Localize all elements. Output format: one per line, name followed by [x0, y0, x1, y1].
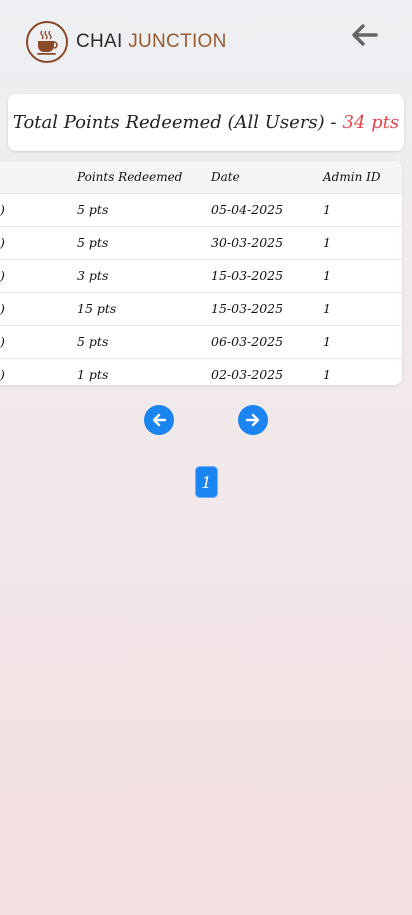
next-page-button[interactable]	[238, 405, 268, 435]
cell-points: 1 pts	[77, 367, 109, 382]
cell-admin-id: 1	[323, 301, 331, 316]
column-header-points: Points Redeemed	[77, 170, 183, 184]
column-header-date: Date	[211, 170, 240, 184]
cell-admin-id: 1	[323, 202, 331, 217]
cell-first: 1)	[0, 301, 5, 316]
logo: CHAI JUNCTION	[26, 21, 227, 63]
arrow-right-icon	[245, 413, 260, 427]
cell-admin-id: 1	[323, 268, 331, 283]
table-row: 1) 15 pts 15-03-2025 1	[0, 293, 402, 326]
column-header-admin-id: Admin ID	[323, 170, 381, 184]
cell-date: 15-03-2025	[211, 268, 284, 283]
previous-page-button[interactable]	[144, 405, 174, 435]
cell-points: 5 pts	[77, 202, 109, 217]
cell-date: 05-04-2025	[211, 202, 284, 217]
total-points-label: Total Points Redeemed (All Users) -	[12, 112, 337, 133]
redemptions-table[interactable]: Points Redeemed Date Admin ID 1) 5 pts 0…	[0, 161, 402, 385]
cell-points: 15 pts	[77, 301, 117, 316]
total-points-value: 34 pts	[342, 112, 400, 133]
app-header: CHAI JUNCTION	[0, 0, 412, 88]
cell-points: 5 pts	[77, 235, 109, 250]
table-row: 1) 5 pts 05-04-2025 1	[0, 194, 402, 227]
table-row: 1) 3 pts 15-03-2025 1	[0, 260, 402, 293]
chai-cup-icon	[26, 21, 68, 63]
table-row: 1) 1 pts 02-03-2025 1	[0, 359, 402, 385]
cell-first: 1)	[0, 202, 5, 217]
cell-points: 5 pts	[77, 334, 109, 349]
cell-first: 1)	[0, 268, 5, 283]
table-row: 1) 5 pts 30-03-2025 1	[0, 227, 402, 260]
brand-part1: CHAI	[76, 31, 123, 52]
back-button[interactable]	[346, 18, 382, 52]
cell-first: 1)	[0, 235, 5, 250]
brand-name: CHAI JUNCTION	[76, 31, 227, 53]
table-row: 1) 5 pts 06-03-2025 1	[0, 326, 402, 359]
cell-date: 02-03-2025	[211, 367, 284, 382]
arrow-left-icon	[152, 413, 167, 427]
cell-date: 06-03-2025	[211, 334, 284, 349]
table-header-row: Points Redeemed Date Admin ID	[0, 161, 402, 194]
page-number-button[interactable]: 1	[195, 466, 218, 498]
cell-admin-id: 1	[323, 235, 331, 250]
cell-date: 15-03-2025	[211, 301, 284, 316]
cell-first: 1)	[0, 334, 5, 349]
arrow-left-icon	[352, 24, 378, 46]
brand-part2: JUNCTION	[128, 31, 227, 52]
cell-points: 3 pts	[77, 268, 109, 283]
cell-admin-id: 1	[323, 334, 331, 349]
cell-first: 1)	[0, 367, 5, 382]
total-points-card: Total Points Redeemed (All Users) - 34 p…	[8, 94, 404, 151]
cell-admin-id: 1	[323, 367, 331, 382]
cell-date: 30-03-2025	[211, 235, 284, 250]
